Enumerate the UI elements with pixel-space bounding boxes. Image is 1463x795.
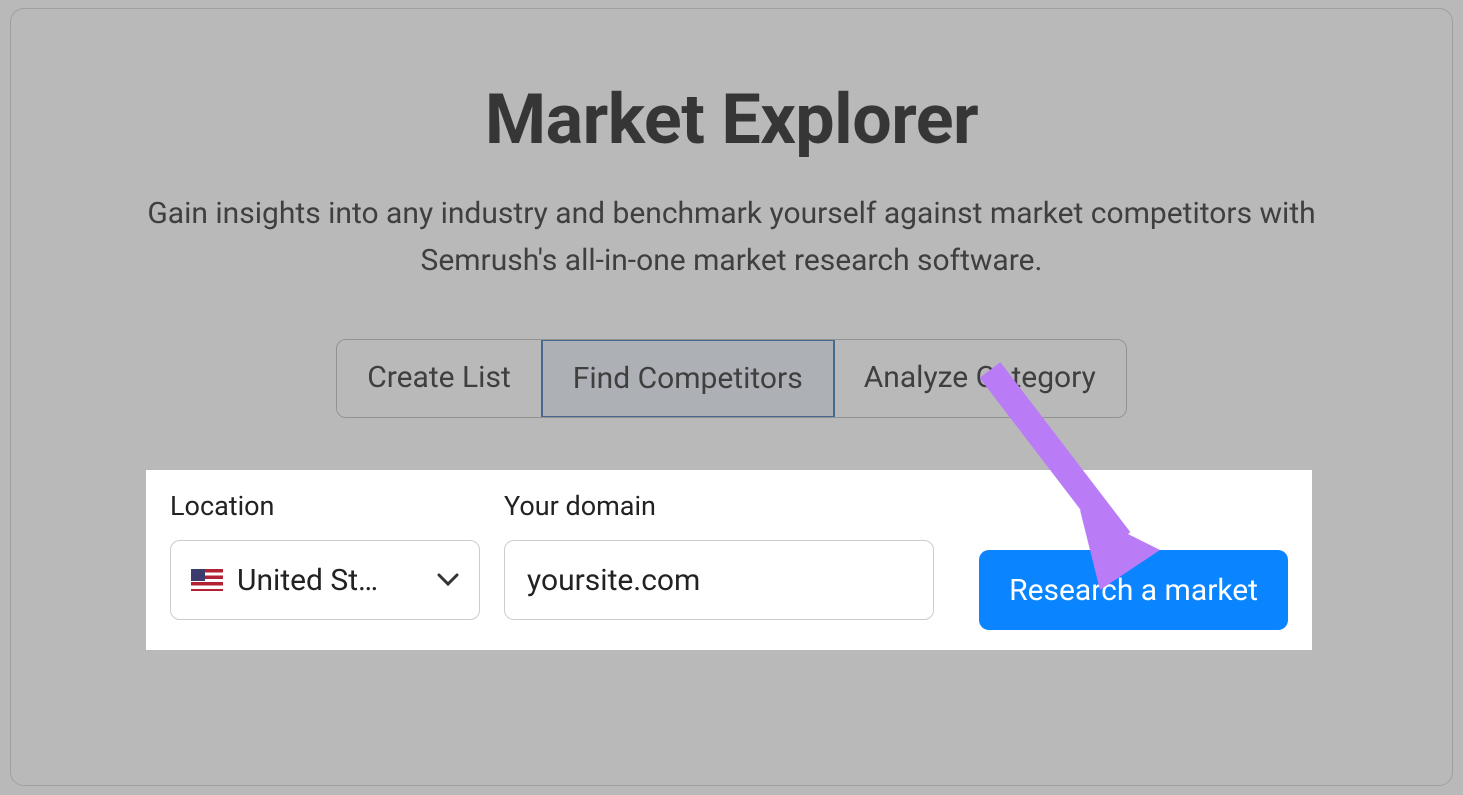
tab-find-competitors[interactable]: Find Competitors xyxy=(541,339,835,418)
market-explorer-card: Market Explorer Gain insights into any i… xyxy=(10,8,1453,786)
tab-group: Create List Find Competitors Analyze Cat… xyxy=(336,339,1127,418)
domain-field: Your domain xyxy=(504,490,934,620)
location-field: Location United St… xyxy=(170,490,480,620)
flag-us-icon xyxy=(191,569,223,591)
tab-analyze-category[interactable]: Analyze Category xyxy=(834,340,1126,417)
search-form-panel: Location United St… Your domain Research… xyxy=(146,470,1312,650)
location-select[interactable]: United St… xyxy=(170,540,480,620)
tab-create-list[interactable]: Create List xyxy=(337,340,542,417)
chevron-down-icon xyxy=(437,573,459,587)
page-title: Market Explorer xyxy=(11,79,1452,161)
location-label: Location xyxy=(170,490,274,522)
domain-label: Your domain xyxy=(504,490,656,522)
page-subtitle: Gain insights into any industry and benc… xyxy=(11,191,1452,284)
domain-input[interactable] xyxy=(504,540,934,620)
location-value: United St… xyxy=(237,563,423,598)
research-market-button[interactable]: Research a market xyxy=(979,550,1288,630)
